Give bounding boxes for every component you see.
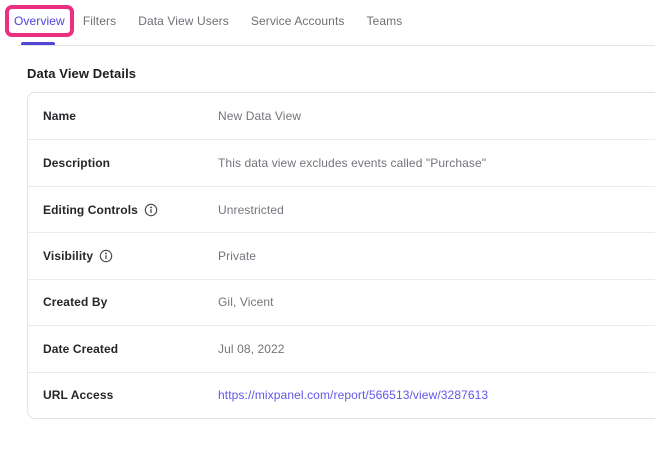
row-label: Name <box>43 109 76 123</box>
row-label-text: Visibility <box>43 249 93 263</box>
data-view-url-link[interactable]: https://mixpanel.com/report/566513/view/… <box>218 388 488 402</box>
row-label-text: URL Access <box>43 388 113 402</box>
row-label: Created By <box>43 295 107 309</box>
row-label: URL Access <box>43 388 113 402</box>
tab-row: Overview Filters Data View Users Service… <box>14 0 402 42</box>
page-title: Data View Details <box>27 66 136 81</box>
table-row-created-by: Created By Gil, Vicent <box>28 279 655 325</box>
row-label-text: Created By <box>43 295 107 309</box>
row-value: New Data View <box>218 109 301 123</box>
tab-bar: Overview Filters Data View Users Service… <box>0 0 655 46</box>
row-label-text: Date Created <box>43 342 118 356</box>
table-row-name: Name New Data View <box>28 93 655 139</box>
row-value: Jul 08, 2022 <box>218 342 285 356</box>
tab-service-accounts[interactable]: Service Accounts <box>251 14 345 28</box>
annotation-highlight-box: Overview <box>5 5 74 37</box>
tab-data-view-users[interactable]: Data View Users <box>138 14 229 28</box>
table-row-editing-controls: Editing Controls Unrestricted <box>28 186 655 232</box>
row-value: Unrestricted <box>218 203 284 217</box>
info-icon[interactable] <box>99 249 113 263</box>
tab-teams[interactable]: Teams <box>367 14 403 28</box>
row-label-text: Description <box>43 156 110 170</box>
row-label: Description <box>43 156 110 170</box>
row-label: Date Created <box>43 342 118 356</box>
tab-overview[interactable]: Overview <box>14 14 65 28</box>
table-row-description: Description This data view excludes even… <box>28 139 655 185</box>
row-value: Gil, Vicent <box>218 295 274 309</box>
tab-filters[interactable]: Filters <box>83 14 116 28</box>
row-label-text: Editing Controls <box>43 203 138 217</box>
row-label: Visibility <box>43 249 113 263</box>
tab-bar-divider <box>18 45 655 46</box>
row-value: This data view excludes events called "P… <box>218 156 486 170</box>
table-row-visibility: Visibility Private <box>28 232 655 278</box>
data-view-details-card: Name New Data View Description This data… <box>27 92 655 419</box>
row-value: Private <box>218 249 256 263</box>
row-label-text: Name <box>43 109 76 123</box>
row-label: Editing Controls <box>43 203 158 217</box>
table-row-date-created: Date Created Jul 08, 2022 <box>28 325 655 371</box>
table-row-url-access: URL Access https://mixpanel.com/report/5… <box>28 372 655 418</box>
info-icon[interactable] <box>144 203 158 217</box>
settings-page: Overview Filters Data View Users Service… <box>0 0 655 466</box>
